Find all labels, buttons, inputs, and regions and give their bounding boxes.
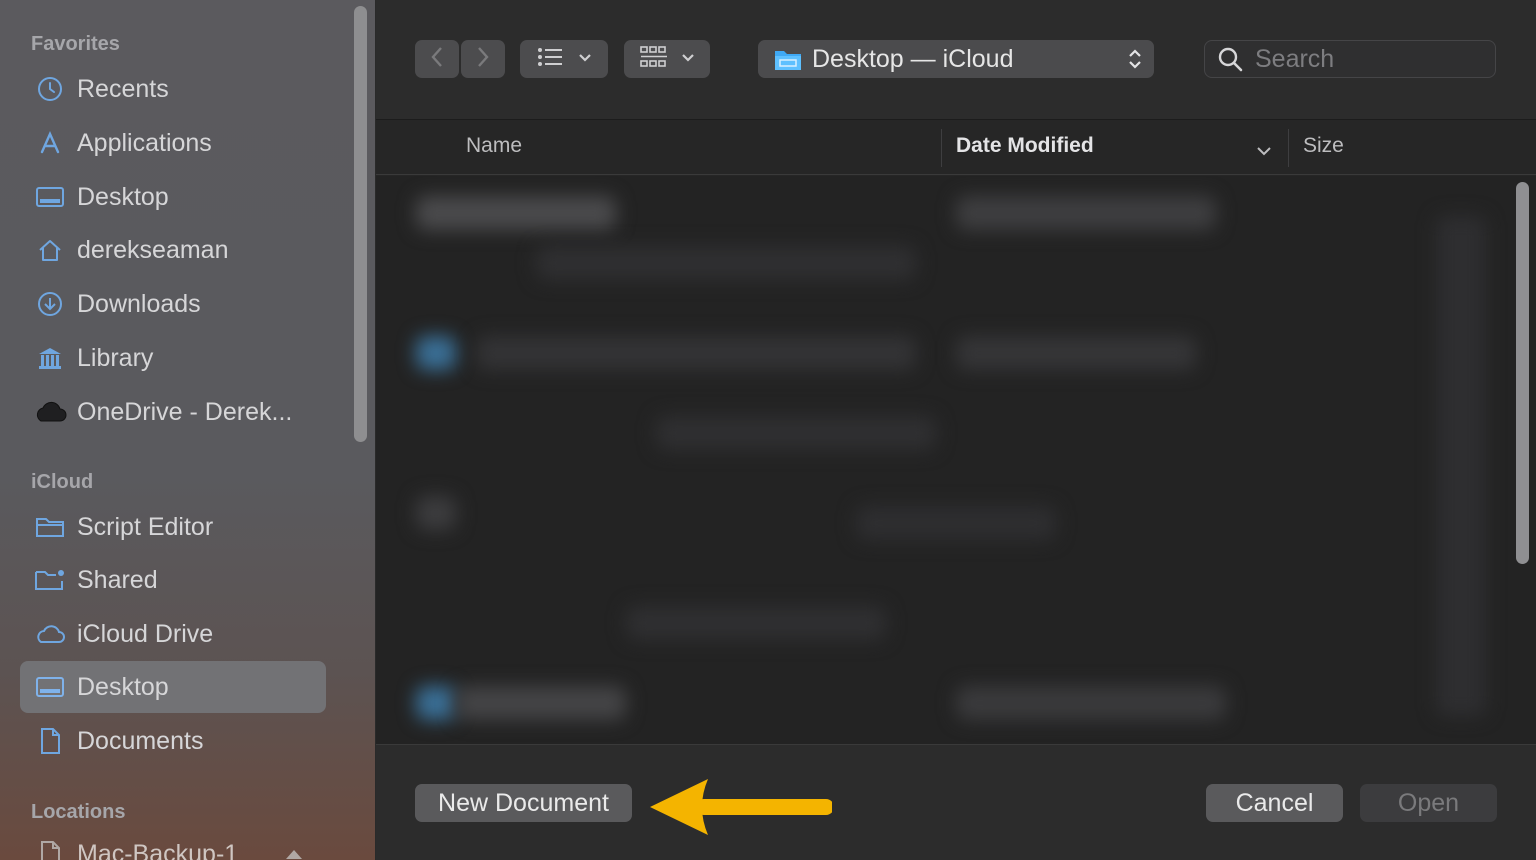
search-field[interactable] — [1204, 40, 1496, 78]
arrow-pointer-icon — [650, 779, 832, 835]
folder-icon — [774, 47, 802, 71]
chevron-right-icon — [476, 46, 490, 73]
view-mode-list-button[interactable] — [520, 40, 608, 78]
sidebar-scrollbar[interactable] — [354, 6, 367, 442]
blurred-row — [456, 686, 626, 720]
downloads-icon — [32, 289, 68, 319]
blurred-row — [1436, 216, 1486, 716]
eject-icon[interactable] — [285, 848, 303, 860]
blurred-row — [416, 686, 456, 720]
forward-button[interactable] — [461, 40, 505, 78]
sidebar-item-label: Desktop — [77, 182, 169, 211]
cloud-icon — [32, 397, 68, 427]
folder-icon — [32, 512, 68, 542]
column-header-row: Name Date Modified Size — [376, 121, 1536, 175]
sidebar-item-label: Mac-Backup-1 — [77, 839, 239, 860]
sidebar-item-onedrive[interactable]: OneDrive - Derek... — [20, 386, 326, 438]
desktop-icon — [32, 182, 68, 212]
sidebar-item-label: Script Editor — [77, 512, 214, 541]
sidebar: Favorites Recents Applications Desktop d… — [0, 0, 375, 860]
sidebar-item-label: Recents — [77, 74, 169, 103]
sidebar-item-label: derekseaman — [77, 235, 229, 264]
sidebar-item-recents[interactable]: Recents — [20, 63, 326, 115]
toolbar: Desktop — iCloud — [376, 0, 1536, 120]
chevron-left-icon — [430, 46, 444, 73]
cancel-button[interactable]: Cancel — [1206, 784, 1343, 822]
locations-title: Locations — [31, 801, 126, 823]
desktop-icon — [32, 672, 68, 702]
sidebar-item-label: Library — [77, 343, 154, 372]
location-popup[interactable]: Desktop — iCloud — [758, 40, 1154, 78]
applications-icon — [32, 128, 68, 158]
group-by-button[interactable] — [624, 40, 710, 78]
updown-chevron-icon — [1128, 47, 1142, 76]
blurred-row — [956, 336, 1196, 370]
back-button[interactable] — [415, 40, 459, 78]
sidebar-item-mac-backup[interactable]: Mac-Backup-1 — [20, 828, 326, 860]
column-header-name[interactable]: Name — [466, 134, 522, 158]
clock-icon — [32, 74, 68, 104]
favorites-title: Favorites — [31, 33, 120, 55]
chevron-down-icon — [681, 50, 695, 68]
file-list-blurred[interactable] — [376, 176, 1536, 744]
blurred-row — [956, 196, 1216, 230]
library-icon — [32, 343, 68, 373]
search-icon — [1217, 46, 1243, 72]
icloud-icon — [32, 619, 68, 649]
column-header-size[interactable]: Size — [1303, 134, 1344, 158]
blurred-row — [416, 496, 456, 530]
sidebar-item-desktop[interactable]: Desktop — [20, 171, 326, 223]
sort-chevron-icon — [1256, 143, 1272, 161]
column-divider[interactable] — [941, 129, 942, 167]
search-input[interactable] — [1255, 44, 1475, 74]
sidebar-item-label: Shared — [77, 565, 158, 594]
new-document-button[interactable]: New Document — [415, 784, 632, 822]
sidebar-item-home[interactable]: derekseaman — [20, 224, 326, 276]
sidebar-item-library[interactable]: Library — [20, 332, 326, 384]
sidebar-item-documents[interactable]: Documents — [20, 715, 326, 767]
grid-view-icon — [639, 45, 669, 74]
sidebar-item-label: Applications — [77, 128, 212, 157]
blurred-row — [626, 606, 886, 640]
file-list-scrollbar[interactable] — [1516, 182, 1529, 564]
location-label: Desktop — iCloud — [812, 44, 1014, 73]
sidebar-item-label: Desktop — [77, 672, 169, 701]
blurred-row — [416, 196, 616, 230]
sidebar-item-desktop-icloud[interactable]: Desktop — [20, 661, 326, 713]
blurred-row — [476, 336, 916, 370]
blurred-row — [656, 416, 936, 450]
file-browser: Desktop — iCloud Name Date Modified Size — [376, 0, 1536, 860]
sidebar-item-shared[interactable]: Shared — [20, 554, 326, 606]
sidebar-item-applications[interactable]: Applications — [20, 117, 326, 169]
blurred-row — [536, 246, 916, 280]
dialog-footer: New Document Cancel Open — [376, 744, 1536, 860]
sidebar-item-label: iCloud Drive — [77, 619, 214, 648]
blurred-row — [956, 686, 1226, 720]
list-view-icon — [536, 46, 564, 73]
column-divider[interactable] — [1288, 129, 1289, 167]
document-icon — [32, 726, 68, 756]
open-button[interactable]: Open — [1360, 784, 1497, 822]
blurred-row — [416, 336, 456, 370]
sidebar-item-label: OneDrive - Derek... — [77, 397, 293, 426]
sidebar-item-icloud-drive[interactable]: iCloud Drive — [20, 608, 326, 660]
sidebar-item-downloads[interactable]: Downloads — [20, 278, 326, 330]
column-header-date-modified[interactable]: Date Modified — [956, 134, 1094, 158]
blurred-row — [856, 506, 1056, 540]
sidebar-item-script-editor[interactable]: Script Editor — [20, 501, 326, 553]
icloud-title: iCloud — [31, 471, 94, 493]
sidebar-item-label: Downloads — [77, 289, 201, 318]
home-icon — [32, 235, 68, 265]
document-icon — [32, 839, 68, 860]
shared-folder-icon — [32, 565, 68, 595]
chevron-down-icon — [578, 50, 592, 68]
sidebar-item-label: Documents — [77, 726, 204, 755]
